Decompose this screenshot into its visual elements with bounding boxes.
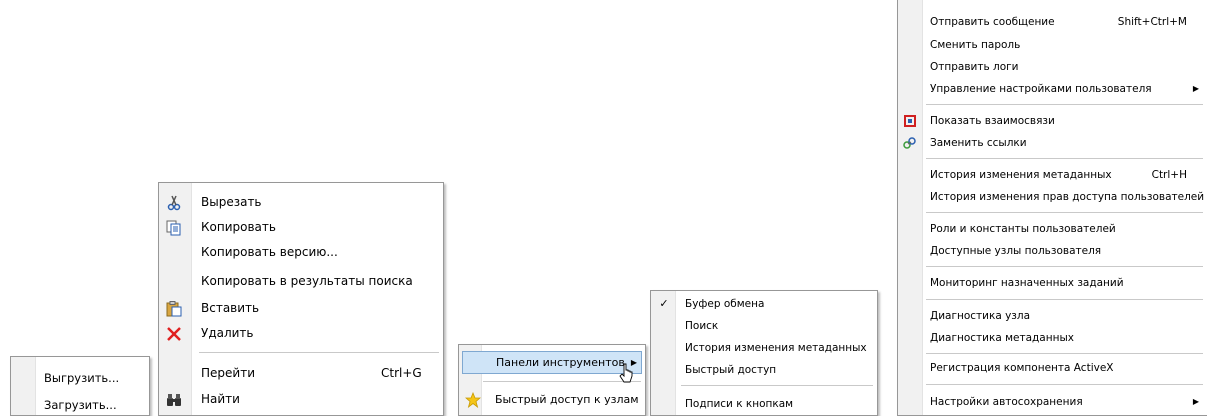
paste-icon [165, 300, 183, 318]
menu-item-label: Вырезать [201, 195, 262, 209]
menu-item-user-settings[interactable]: Управление настройками пользователя ▶ [898, 78, 1207, 101]
menu-item-show-relations[interactable]: Показать взаимосвязи [898, 110, 1207, 133]
menu-item-label: Выгрузить... [44, 371, 120, 385]
menu-item-label: Показать взаимосвязи [930, 115, 1055, 127]
menu-separator [483, 381, 641, 382]
menu-item-label: Вставить [201, 301, 260, 315]
menu-item-label: Мониторинг назначенных заданий [930, 277, 1124, 289]
menu-item-metadata-history[interactable]: История изменения метаданных [651, 337, 877, 359]
menu-item-shortcut: Ctrl+H [1151, 169, 1187, 181]
menu-item-label: Поиск [685, 320, 719, 332]
menu-item-copy[interactable]: Копировать [159, 215, 443, 240]
menu-item-label: Управление настройками пользователя [930, 83, 1152, 95]
menu-item-label: Быстрый доступ к узлам [495, 393, 639, 406]
menu-item-available-nodes[interactable]: Доступные узлы пользователя [898, 240, 1207, 263]
menu-item-label: Панели инструментов [496, 356, 625, 369]
toolbars-submenu: ✓ Буфер обмена Поиск История изменения м… [650, 290, 878, 416]
menu-item-find[interactable]: Найти [159, 387, 443, 412]
menu-item-shortcut: Ctrl+G [381, 366, 422, 380]
menu-item-label: Отправить логи [930, 61, 1019, 73]
menu-item-quick-access-nodes[interactable]: Быстрый доступ к узлам [459, 389, 645, 411]
menu-item-replace-links[interactable]: Заменить ссылки [898, 132, 1207, 155]
menu-item-change-password[interactable]: Сменить пароль [898, 34, 1207, 57]
menu-item-paste[interactable]: Вставить [159, 296, 443, 321]
menu-item-copy-to-search-results[interactable]: Копировать в результаты поиска [159, 269, 443, 294]
binoculars-icon [165, 391, 183, 409]
menu-item-label: Копировать версию... [201, 245, 338, 259]
menu-separator [926, 212, 1203, 213]
menu-item-send-logs[interactable]: Отправить логи [898, 56, 1207, 79]
menu-item-label: Заменить ссылки [930, 137, 1027, 149]
menu-item-cut[interactable]: Вырезать [159, 190, 443, 215]
menu-item-toolbars[interactable]: Панели инструментов ▶ [462, 351, 642, 374]
menu-item-label: История изменения метаданных [930, 169, 1112, 181]
menu-item-rights-history[interactable]: История изменения прав доступа пользоват… [898, 186, 1207, 209]
menu-item-label: Копировать [201, 220, 276, 234]
star-icon [465, 392, 481, 408]
menu-item-label: Буфер обмена [685, 298, 765, 310]
menu-item-label: Найти [201, 392, 240, 406]
arrow-right-icon: ▶ [1192, 84, 1199, 93]
menu-item-label: Диагностика узла [930, 310, 1031, 322]
menu-item-metadata-history[interactable]: История изменения метаданных Ctrl+H [898, 164, 1207, 187]
menu-item-label: Диагностика метаданных [930, 332, 1074, 344]
export-import-menu: Выгрузить... Загрузить... [10, 356, 150, 416]
menu-separator [681, 385, 873, 386]
relations-icon [903, 114, 917, 128]
menu-item-search[interactable]: Поиск [651, 315, 877, 337]
menu-separator [926, 158, 1203, 159]
menu-item-label: Перейти [201, 366, 255, 380]
menu-item-tasks-monitoring[interactable]: Мониторинг назначенных заданий [898, 272, 1207, 295]
scissors-icon [165, 194, 183, 212]
mouse-pointer-icon [619, 363, 633, 383]
menu-item-delete[interactable]: Удалить [159, 321, 443, 346]
menu-item-shortcut: Shift+Ctrl+M [1117, 16, 1187, 28]
menu-item-label: Регистрация компонента ActiveX [930, 362, 1114, 374]
menu-item-activex-registration[interactable]: Регистрация компонента ActiveX [898, 357, 1207, 380]
menu-item-label: Копировать в результаты поиска [201, 274, 413, 288]
menu-item-label: Загрузить... [44, 398, 117, 412]
menu-item-node-diagnostics[interactable]: Диагностика узла [898, 305, 1207, 328]
menu-item-label: Настройки автосохранения [930, 396, 1083, 408]
copy-icon [165, 219, 183, 237]
red-x-icon [165, 325, 183, 343]
menu-item-label: Быстрый доступ [685, 364, 777, 376]
links-icon [903, 136, 917, 150]
menu-separator [926, 384, 1203, 385]
menu-item-label: Сменить пароль [930, 39, 1021, 51]
menu-item-roles-constants[interactable]: Роли и константы пользователей [898, 218, 1207, 241]
menu-separator [199, 352, 439, 353]
view-submenu: Панели инструментов ▶ Быстрый доступ к у… [458, 344, 646, 416]
menu-item-export[interactable]: Выгрузить... [11, 367, 149, 389]
menu-item-label: Доступные узлы пользователя [930, 245, 1102, 257]
menu-item-label: Удалить [201, 326, 254, 340]
arrow-right-icon: ▶ [1192, 397, 1199, 406]
edit-context-menu: Вырезать Копировать Копировать версию...… [158, 182, 444, 416]
menu-item-label: Отправить сообщение [930, 16, 1055, 28]
menu-item-send-message[interactable]: Отправить сообщение Shift+Ctrl+M [898, 11, 1207, 34]
menu-item-quick-access[interactable]: Быстрый доступ [651, 359, 877, 381]
menu-item-label: История изменения прав доступа пользоват… [930, 191, 1205, 203]
menu-separator [926, 266, 1203, 267]
menu-separator [926, 299, 1203, 300]
menu-item-goto[interactable]: Перейти Ctrl+G [159, 361, 443, 386]
menu-item-label: Роли и константы пользователей [930, 223, 1116, 235]
menu-item-import[interactable]: Загрузить... [11, 394, 149, 415]
menu-item-autosave-settings[interactable]: Настройки автосохранения ▶ [898, 391, 1207, 414]
checkmark-icon: ✓ [659, 297, 669, 310]
menu-separator [926, 353, 1203, 354]
menu-item-copy-version[interactable]: Копировать версию... [159, 240, 443, 265]
menu-item-label: История изменения метаданных [685, 342, 867, 354]
menu-item-clipboard[interactable]: ✓ Буфер обмена [651, 293, 877, 315]
service-menu: Отправить сообщение Shift+Ctrl+M Сменить… [897, 0, 1207, 416]
menu-separator [926, 104, 1203, 105]
menu-item-metadata-diagnostics[interactable]: Диагностика метаданных [898, 327, 1207, 350]
